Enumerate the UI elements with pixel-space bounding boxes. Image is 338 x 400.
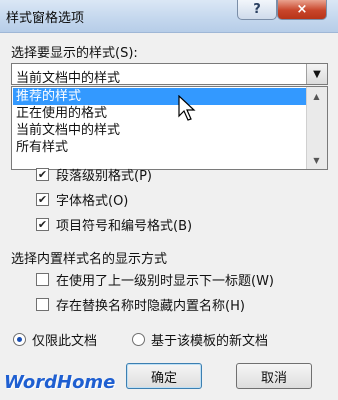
mouse-cursor-icon [178,95,196,121]
scroll-down-icon[interactable]: ▼ [307,153,326,167]
close-button[interactable]: × [277,0,327,20]
close-icon: × [296,2,308,17]
list-format-checkbox[interactable]: ✔ [36,218,49,231]
show-next-heading-checkbox[interactable] [36,273,49,286]
style-select-dropdown-list: 推荐的样式 正在使用的格式 当前文档中的样式 所有样式 ▲ ▼ [11,86,328,170]
style-select-combobox[interactable]: 当前文档中的样式 ▼ [11,63,328,86]
cancel-button[interactable]: 取消 [236,363,312,389]
style-select-label: 选择要显示的样式(S): [11,46,138,61]
show-next-heading-label: 在使用了上一级别时显示下一标题(W) [56,274,274,289]
window-title: 样式窗格选项 [6,11,85,26]
dropdown-option-recommended[interactable]: 推荐的样式 [13,88,307,105]
dropdown-option-in-use[interactable]: 正在使用的格式 [13,105,307,122]
this-document-radio[interactable] [13,333,26,346]
hide-builtin-name-label: 存在替换名称时隐藏内置名称(H) [56,299,245,314]
dropdown-option-all[interactable]: 所有样式 [13,139,307,156]
ok-button-label: 确定 [150,370,177,386]
dropdown-arrow-button[interactable]: ▼ [306,64,327,84]
watermark-logo: WordHome [4,372,116,393]
scroll-up-icon[interactable]: ▲ [307,89,326,103]
this-document-label: 仅限此文档 [32,334,98,349]
paragraph-format-checkbox[interactable]: ✔ [36,168,49,181]
new-documents-radio[interactable] [132,333,145,346]
builtin-names-heading: 选择内置样式名的显示方式 [11,252,168,267]
help-button[interactable]: ? [237,0,277,20]
help-icon: ? [253,2,261,17]
ok-button[interactable]: 确定 [126,363,202,389]
new-documents-label: 基于该模板的新文档 [151,334,269,349]
chevron-down-icon: ▼ [313,68,321,80]
font-format-label: 字体格式(O) [56,194,129,209]
font-format-checkbox[interactable]: ✔ [36,193,49,206]
dropdown-option-in-current-document[interactable]: 当前文档中的样式 [13,122,307,139]
paragraph-format-label: 段落级别格式(P) [56,169,152,184]
dropdown-scrollbar[interactable]: ▲ ▼ [306,87,327,169]
hide-builtin-name-checkbox[interactable] [36,298,49,311]
title-bar: 样式窗格选项 ? × [0,0,338,33]
cancel-button-label: 取消 [260,370,287,386]
list-format-label: 项目符号和编号格式(B) [56,219,193,234]
style-select-value: 当前文档中的样式 [16,71,121,86]
